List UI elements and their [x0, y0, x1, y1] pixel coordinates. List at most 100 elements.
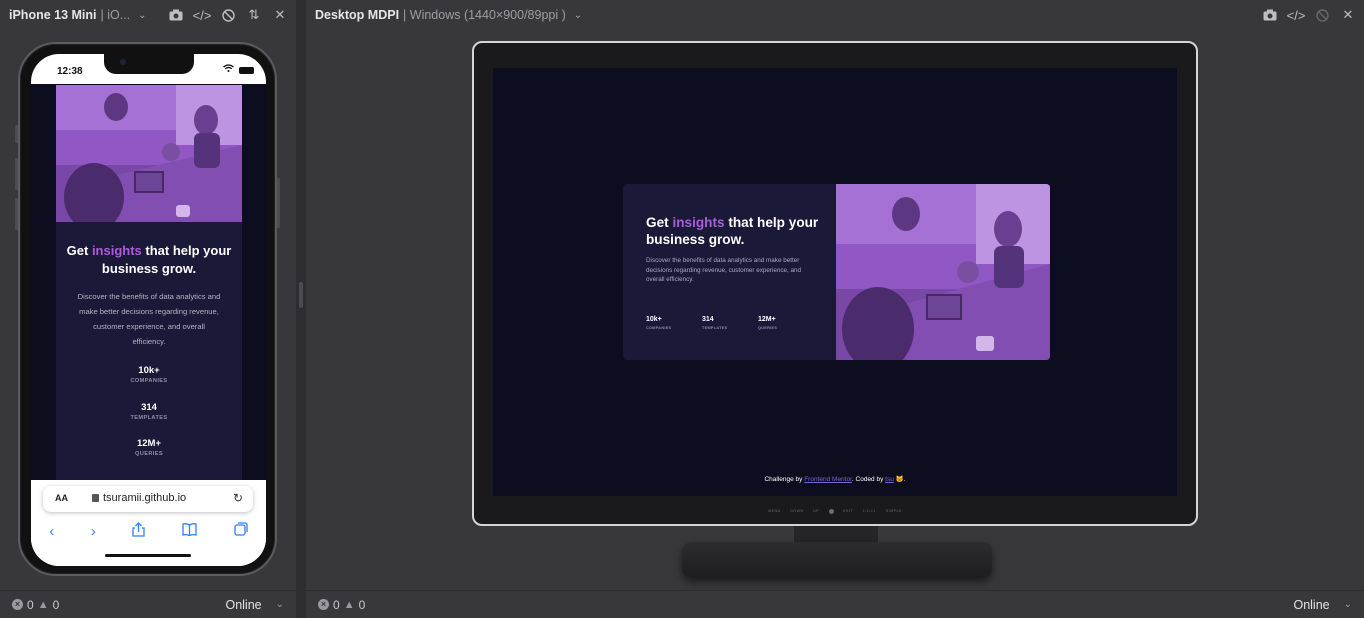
lock-icon [92, 494, 99, 502]
close-icon[interactable]: ✕ [273, 7, 287, 22]
code-icon[interactable]: </> [193, 8, 212, 23]
osd-exit: EXIT [843, 509, 854, 514]
sync-arrows-icon[interactable]: ⇅ [247, 7, 261, 22]
stat-label: QUERIES [758, 326, 778, 330]
monitor-frame: Get insights that help your business gro… [472, 41, 1198, 526]
status-time: 12:38 [57, 66, 83, 77]
stat-value: 314 [141, 402, 157, 413]
desktop-toolbar: Desktop MDPI | Windows (1440×900/89ppi )… [306, 0, 1364, 30]
attribution: Challenge by Frontend Mentor. Coded by t… [493, 475, 1177, 483]
address-bar[interactable]: AA tsuramii.github.io ↻ [43, 486, 253, 512]
reload-icon[interactable]: ↻ [233, 491, 243, 505]
error-count: 0 [27, 597, 34, 612]
chevron-down-icon[interactable]: ⌄ [1344, 599, 1352, 610]
stat-queries: 12M+ QUERIES [758, 316, 777, 330]
attribution-prefix: Challenge by [764, 476, 805, 483]
phone-power-button [277, 178, 280, 228]
splitter-grip[interactable] [299, 282, 303, 308]
desktop-preview-pane: Desktop MDPI | Windows (1440×900/89ppi )… [306, 0, 1364, 618]
share-icon[interactable] [132, 521, 146, 541]
error-icon[interactable]: × [318, 599, 329, 610]
safari-toolbar: AA tsuramii.github.io ↻ ‹ › [31, 480, 266, 566]
battery-icon [239, 67, 254, 74]
monitor-screen: Get insights that help your business gro… [493, 68, 1177, 496]
pane-splitter[interactable] [296, 0, 306, 618]
mobile-toolbar: iPhone 13 Mini | iO... ⌄ </> ⇅ ✕ [0, 0, 296, 30]
power-led [828, 509, 834, 514]
stat-label: TEMPLATES [130, 415, 168, 421]
hero-image [56, 85, 242, 222]
stat-label: TEMPLATES [702, 326, 728, 330]
forward-icon[interactable]: › [91, 523, 96, 540]
error-icon[interactable]: × [12, 599, 23, 610]
osd-up: UP [813, 509, 820, 514]
desktop-status-bar: × 0 ▲ 0 Online ⌄ [306, 590, 1364, 618]
osd-down: DOWN [790, 509, 804, 514]
network-throttle[interactable]: Online [1293, 598, 1329, 612]
code-icon[interactable]: </> [1287, 8, 1306, 23]
stat-label: QUERIES [135, 451, 163, 457]
heading-accent: insights [91, 243, 142, 258]
warning-icon[interactable]: ▲ [38, 599, 49, 611]
camera-dot [120, 59, 126, 65]
stat-templates: 314 TEMPLATES [56, 402, 242, 421]
phone-notch [104, 54, 194, 74]
stat-label: COMPANIES [130, 378, 168, 384]
phone-screen: 12:38 Get insights that help your busine… [31, 54, 266, 566]
warning-icon[interactable]: ▲ [344, 599, 355, 611]
hero-description: Discover the benefits of data analytics … [77, 292, 221, 346]
network-throttle[interactable]: Online [225, 598, 261, 612]
author-link[interactable]: tsu [885, 476, 894, 483]
camera-icon[interactable] [169, 8, 183, 22]
stat-companies: 10k+ COMPANIES [646, 316, 671, 330]
heading-prefix: Get [646, 215, 673, 230]
device-name[interactable]: iPhone 13 Mini [9, 8, 97, 22]
hero-heading: Get insights that help your business gro… [56, 242, 242, 278]
device-spec[interactable]: | Windows (1440×900/89ppi ) [403, 8, 566, 22]
chevron-down-icon[interactable]: ⌄ [276, 599, 284, 610]
device-os[interactable]: | iO... [101, 8, 131, 22]
stat-value: 10k+ [646, 316, 662, 323]
stat-value: 314 [702, 316, 714, 323]
reader-aa-button[interactable]: AA [55, 493, 68, 503]
stat-companies: 10k+ COMPANIES [56, 365, 242, 384]
wifi-icon [223, 64, 234, 74]
warning-count: 0 [52, 597, 60, 612]
rotate-disabled-icon [1315, 8, 1329, 22]
stat-queries: 12M+ QUERIES [56, 438, 242, 457]
hero-heading: Get insights that help your business gro… [646, 214, 826, 248]
hero-description: Discover the benefits of data analytics … [646, 257, 802, 283]
url-text[interactable]: tsuramii.github.io [103, 492, 186, 504]
osd-ratio: 1:1/ℒ1 [862, 509, 877, 514]
warning-count: 0 [358, 597, 366, 612]
home-indicator [105, 554, 191, 557]
heading-accent: insights [672, 215, 725, 230]
camera-icon[interactable] [1263, 8, 1277, 22]
frontend-mentor-link[interactable]: Frontend Mentor [804, 476, 852, 483]
mobile-status-bar: × 0 ▲ 0 Online ⌄ [0, 590, 296, 618]
rotate-disabled-icon[interactable] [221, 8, 235, 22]
stat-templates: 314 TEMPLATES [702, 316, 727, 330]
stat-value: 12M+ [136, 438, 162, 449]
chevron-down-icon[interactable]: ⌄ [138, 10, 146, 21]
mobile-preview-pane: iPhone 13 Mini | iO... ⌄ </> ⇅ ✕ 12:38 G… [0, 0, 296, 618]
attribution-suffix: 🐱. [893, 476, 906, 483]
site-viewport: Get insights that help your business gro… [31, 84, 266, 481]
chevron-down-icon[interactable]: ⌄ [574, 10, 582, 21]
tabs-icon[interactable] [234, 522, 248, 540]
bookmarks-icon[interactable] [182, 522, 197, 540]
stat-value: 12M+ [758, 316, 776, 323]
stats-card: Get insights that help your business gro… [56, 85, 242, 481]
hero-image [836, 184, 1050, 360]
osd-simple: SIMPLE [885, 509, 902, 514]
device-name[interactable]: Desktop MDPI [315, 8, 399, 22]
error-count: 0 [333, 597, 340, 612]
attribution-middle: . Coded by [851, 476, 886, 483]
stats-card: Get insights that help your business gro… [623, 184, 1050, 360]
close-icon[interactable]: ✕ [1341, 7, 1355, 22]
heading-prefix: Get [66, 243, 92, 258]
back-icon[interactable]: ‹ [49, 523, 54, 540]
monitor-stand [682, 542, 992, 578]
monitor-buttons: MENU DOWN UP EXIT 1:1/ℒ1 SIMPLE [474, 509, 1196, 514]
stat-value: 10k+ [138, 365, 160, 376]
